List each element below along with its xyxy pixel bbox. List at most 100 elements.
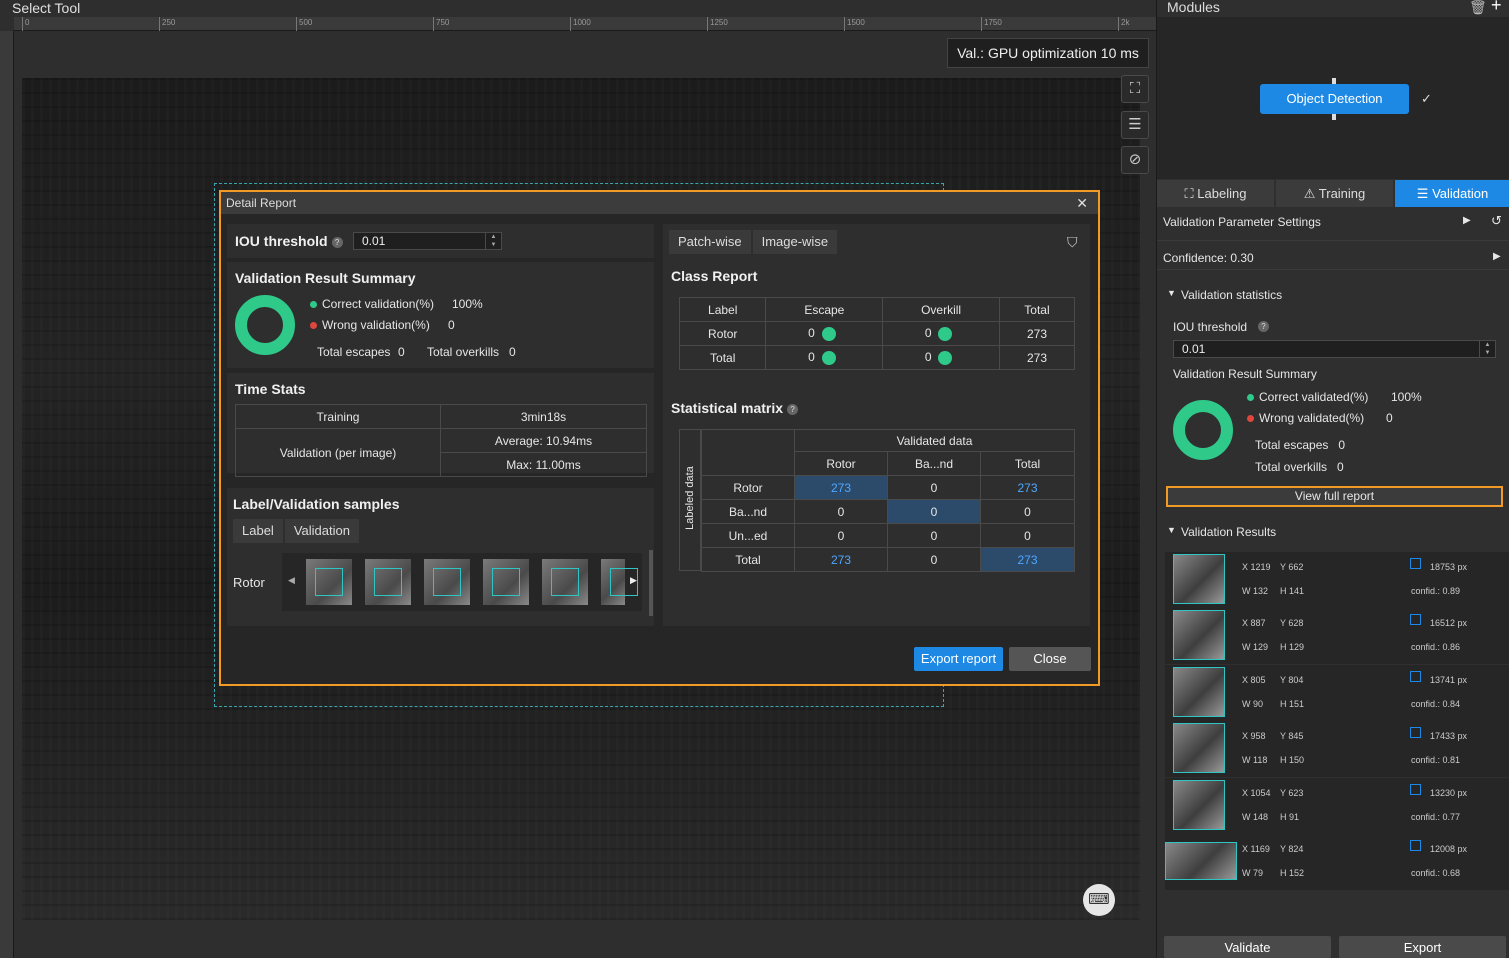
export-button[interactable]: Export xyxy=(1339,936,1506,958)
keyboard-icon[interactable]: ⌨ xyxy=(1083,884,1115,916)
table-row: Ba...nd 0 0 0 xyxy=(701,499,1075,524)
right-correct-value: 100% xyxy=(1391,390,1422,404)
close-button[interactable]: Close xyxy=(1009,647,1091,671)
sample-thumbnail[interactable] xyxy=(424,559,470,605)
help-icon[interactable]: ? xyxy=(787,403,799,415)
matrix-cell[interactable]: 273 xyxy=(794,475,888,500)
tab-patch-wise[interactable]: Patch-wise xyxy=(669,230,751,254)
result-thumbnail xyxy=(1173,554,1225,604)
chevron-down-icon[interactable]: ▼ xyxy=(1167,288,1176,298)
object-detection-node[interactable]: Object Detection xyxy=(1260,84,1409,114)
tab-training[interactable]: ⚠ Training xyxy=(1276,180,1393,207)
matrix-cell[interactable]: 0 xyxy=(887,499,981,524)
matrix-cell[interactable]: 0 xyxy=(980,499,1075,524)
tab-validation[interactable]: Validation xyxy=(284,519,359,543)
help-icon[interactable]: ? xyxy=(331,236,343,248)
sample-thumbnail[interactable] xyxy=(483,559,529,605)
confidence-row[interactable]: Confidence: 0.30 ▶ xyxy=(1157,240,1509,270)
status-dot-icon xyxy=(938,326,953,341)
donut-chart xyxy=(235,295,295,355)
right-iou-input[interactable]: 0.01 ▲ ▼ xyxy=(1173,340,1496,358)
matrix-cell[interactable]: 0 xyxy=(887,547,981,572)
chevron-down-icon[interactable]: ▼ xyxy=(1167,525,1176,535)
result-checkbox[interactable] xyxy=(1410,671,1421,682)
matrix-cell[interactable]: 0 xyxy=(794,523,888,548)
matrix-cell[interactable]: 0 xyxy=(794,499,888,524)
list-item[interactable]: X 958 Y 845 W 118 H 150 17433 px confid.… xyxy=(1165,721,1509,777)
reset-icon[interactable]: ↺ xyxy=(1491,213,1502,229)
chevron-left-icon[interactable]: ◀ xyxy=(288,575,295,586)
matrix-cell[interactable]: 273 xyxy=(794,547,888,572)
sample-thumbnail[interactable] xyxy=(365,559,411,605)
erase-label-icon[interactable]: ⊘ xyxy=(1121,146,1149,174)
matrix-cell[interactable]: 0 xyxy=(887,475,981,500)
module-tabs: ⛶ Labeling ⚠ Training ☰ Validation xyxy=(1157,180,1509,207)
matrix-cell[interactable]: 273 xyxy=(980,475,1075,500)
scrollbar[interactable] xyxy=(649,550,653,616)
stepper-icon[interactable]: ▲ ▼ xyxy=(485,233,501,249)
cell-total: 273 xyxy=(998,345,1076,370)
stepper-icon[interactable]: ▲ ▼ xyxy=(1479,341,1495,357)
cell-label: Total xyxy=(678,345,767,370)
tab-validation[interactable]: ☰ Validation xyxy=(1395,180,1509,207)
cell-overkill: 0 xyxy=(882,345,1000,370)
list-item[interactable]: X 1054 Y 623 W 148 H 91 13230 px confid.… xyxy=(1165,778,1509,834)
result-checkbox[interactable] xyxy=(1410,784,1421,795)
list-item[interactable]: X 805 Y 804 W 90 H 151 13741 px confid.:… xyxy=(1165,665,1509,721)
matrix-col-header: Total xyxy=(980,451,1075,476)
matrix-cell[interactable]: 0 xyxy=(887,523,981,548)
validation-max: Max: 11.00ms xyxy=(440,452,647,477)
table-header: Label Escape Overkill Total xyxy=(678,297,1076,322)
validate-button[interactable]: Validate xyxy=(1164,936,1331,958)
green-dot-icon xyxy=(1247,394,1254,402)
list-check-icon[interactable]: ☰ xyxy=(1121,111,1149,139)
cell-escape: 0 xyxy=(765,321,884,346)
close-icon[interactable]: ✕ xyxy=(1076,192,1088,214)
list-item[interactable]: X 1219 Y 662 W 132 H 141 18753 px confid… xyxy=(1165,552,1509,608)
trash-icon[interactable]: 🗑 xyxy=(1469,0,1487,15)
module-graph: Object Detection ✓ xyxy=(1157,17,1509,179)
matrix-row-label: Rotor xyxy=(701,475,795,500)
cell-overkill: 0 xyxy=(882,321,1000,346)
plus-icon[interactable]: + xyxy=(1491,0,1502,14)
cell-escape: 0 xyxy=(765,345,884,370)
dialog-header: Detail Report ✕ xyxy=(221,192,1098,214)
list-item[interactable]: X 887 Y 628 W 129 H 129 16512 px confid.… xyxy=(1165,608,1509,664)
sample-thumbnail[interactable] xyxy=(306,559,352,605)
iou-input[interactable]: 0.01 ▲ ▼ xyxy=(353,232,502,250)
view-full-report-button[interactable]: View full report xyxy=(1166,486,1503,507)
chevron-right-icon[interactable]: ▶ xyxy=(1493,251,1501,262)
result-checkbox[interactable] xyxy=(1410,614,1421,625)
sample-thumbnail[interactable] xyxy=(542,559,588,605)
results-section-header[interactable]: ▼ Validation Results xyxy=(1157,524,1509,542)
stats-section-header[interactable]: ▼ Validation statistics xyxy=(1157,287,1509,305)
matrix-cell[interactable]: 273 xyxy=(980,547,1075,572)
chevron-right-icon[interactable]: ▶ xyxy=(630,575,637,586)
matrix-cell[interactable]: 0 xyxy=(980,523,1075,548)
list-item[interactable]: X 1169 Y 824 W 79 H 152 12008 px confid.… xyxy=(1165,834,1509,890)
tab-image-wise[interactable]: Image-wise xyxy=(752,230,838,254)
labeling-icon: ⛶ xyxy=(1184,186,1194,201)
result-checkbox[interactable] xyxy=(1410,840,1421,851)
report-tabs: Patch-wise Image-wise xyxy=(669,230,838,254)
bounding-box-icon[interactable]: ⛶ xyxy=(1121,75,1149,103)
table-row: Rotor 273 0 273 xyxy=(701,475,1075,500)
help-icon[interactable]: ? xyxy=(1258,321,1269,332)
filter-icon[interactable]: ⛉ xyxy=(1067,234,1078,251)
dialog-title: Detail Report xyxy=(226,196,297,210)
tab-labeling[interactable]: ⛶ Labeling xyxy=(1157,180,1274,207)
ruler-left xyxy=(0,31,14,958)
class-report-table: Label Escape Overkill Total Rotor 0 0 27… xyxy=(678,297,1076,370)
samples-tabs: Label Validation xyxy=(233,519,359,543)
param-settings-row[interactable]: Validation Parameter Settings ▶ ↺ xyxy=(1157,208,1509,236)
export-report-button[interactable]: Export report xyxy=(914,647,1003,671)
tab-label[interactable]: Label xyxy=(233,519,283,543)
sample-thumbnail[interactable] xyxy=(601,559,638,605)
connector-bottom xyxy=(1332,114,1336,120)
ruler-tick: 500 xyxy=(296,17,312,31)
result-checkbox[interactable] xyxy=(1410,558,1421,569)
result-checkbox[interactable] xyxy=(1410,727,1421,738)
class-report-title: Class Report xyxy=(671,268,758,284)
matrix-title: Statistical matrix? xyxy=(671,400,799,416)
chevron-right-icon[interactable]: ▶ xyxy=(1463,215,1471,226)
